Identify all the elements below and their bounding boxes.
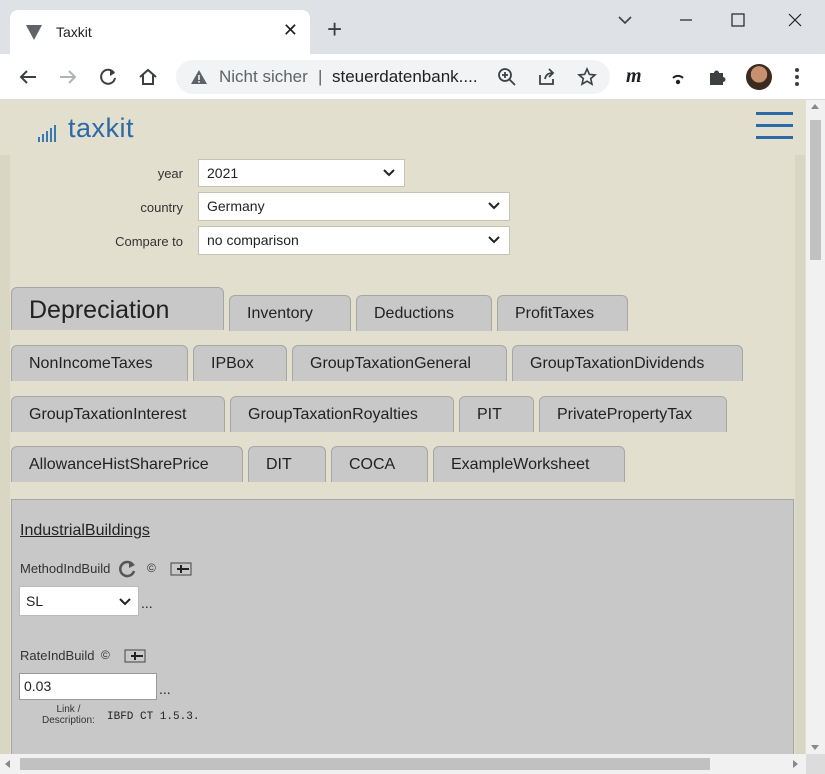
depreciation-panel: IndustrialBuildings MethodIndBuild © SL … <box>11 499 794 774</box>
compare-label: Compare to <box>115 234 183 249</box>
country-label: country <box>140 200 183 215</box>
tab-coca[interactable]: COCA <box>331 446 428 482</box>
browser-tab[interactable]: Taxkit ✕ <box>10 10 310 54</box>
tab-dit[interactable]: DIT <box>248 446 326 482</box>
maximize-button[interactable] <box>724 6 754 36</box>
compare-row: Compare to <box>20 228 183 256</box>
m-extension-icon[interactable]: m <box>626 65 642 88</box>
vertical-scrollbar[interactable] <box>806 100 825 754</box>
tab-title: Taxkit <box>56 24 92 40</box>
favicon-icon <box>26 25 42 40</box>
window-close-button[interactable] <box>780 6 810 36</box>
reload-icon[interactable] <box>95 64 121 90</box>
taxkit-page: taxkit year 2021 country Germany Compare… <box>0 100 825 774</box>
share-icon[interactable] <box>534 64 560 90</box>
tab-pit[interactable]: PIT <box>459 396 534 432</box>
vertical-scroll-thumb[interactable] <box>810 120 821 260</box>
scroll-down-icon[interactable] <box>811 745 819 750</box>
new-tab-button[interactable]: + <box>327 16 342 42</box>
tab-privatepropertytax[interactable]: PrivatePropertyTax <box>539 396 727 432</box>
zoom-icon[interactable] <box>494 64 520 90</box>
country-value: Germany <box>207 198 265 214</box>
method-label: MethodIndBuild <box>20 561 111 576</box>
link-label-line2: Description: <box>42 715 95 726</box>
home-icon[interactable] <box>135 64 161 90</box>
url-text[interactable]: steuerdatenbank.... <box>332 67 478 87</box>
method-more[interactable]: ... <box>141 595 153 611</box>
tab-nonincometaxes[interactable]: NonIncomeTaxes <box>11 345 188 381</box>
year-select[interactable]: 2021 <box>198 159 405 187</box>
horizontal-scroll-thumb[interactable] <box>20 758 710 770</box>
address-bar[interactable]: Nicht sicher | steuerdatenbank.... <box>176 60 610 94</box>
method-value: SL <box>26 593 44 609</box>
add-icon[interactable] <box>124 649 146 663</box>
country-row: country <box>20 194 183 222</box>
scroll-up-icon[interactable] <box>811 104 819 109</box>
tab-exampleworksheet[interactable]: ExampleWorksheet <box>433 446 625 482</box>
chevron-down-icon <box>119 598 131 606</box>
address-separator: | <box>318 67 323 86</box>
rate-input[interactable]: 0.03 <box>19 673 157 700</box>
tab-grouptaxationroyalties[interactable]: GroupTaxationRoyalties <box>230 396 454 432</box>
profile-avatar[interactable] <box>746 64 772 90</box>
copyright-icon[interactable]: © <box>147 561 156 575</box>
warning-icon[interactable] <box>190 68 208 91</box>
compare-select[interactable]: no comparison <box>198 226 510 255</box>
link-description-label: Link / Description: <box>42 704 95 726</box>
hamburger-menu-icon[interactable] <box>756 112 794 140</box>
forward-icon[interactable] <box>55 64 81 90</box>
close-tab-icon[interactable]: ✕ <box>283 20 298 40</box>
tab-ipbox[interactable]: IPBox <box>193 345 287 381</box>
scroll-right-icon[interactable] <box>793 760 798 768</box>
rate-label: RateIndBuild <box>20 648 95 663</box>
year-row: year <box>20 160 183 188</box>
section-title[interactable]: IndustrialBuildings <box>20 522 150 540</box>
refresh-icon[interactable] <box>118 559 138 579</box>
compare-value: no comparison <box>207 232 299 248</box>
horizontal-scrollbar[interactable] <box>0 754 806 774</box>
chevron-down-icon <box>488 202 500 210</box>
scrollbar-corner <box>806 754 825 774</box>
chevron-down-icon <box>383 169 395 177</box>
security-status[interactable]: Nicht sicher <box>219 67 308 87</box>
taxkit-logo[interactable]: taxkit <box>38 114 134 142</box>
tab-inventory[interactable]: Inventory <box>229 295 351 331</box>
menu-kebab-icon[interactable] <box>784 64 810 90</box>
minimize-button[interactable] <box>672 6 702 36</box>
tab-grouptaxationgeneral[interactable]: GroupTaxationGeneral <box>292 345 507 381</box>
browser-toolbar: Nicht sicher | steuerdatenbank.... m <box>0 54 825 100</box>
extensions-puzzle-icon[interactable] <box>704 64 730 90</box>
right-border <box>795 155 805 774</box>
year-value: 2021 <box>207 165 239 181</box>
tab-profittaxes[interactable]: ProfitTaxes <box>497 295 628 331</box>
copyright-icon[interactable]: © <box>101 648 110 662</box>
wifi-extension-icon[interactable] <box>665 64 691 90</box>
year-label: year <box>157 166 183 181</box>
back-icon[interactable] <box>15 64 41 90</box>
chevron-down-icon <box>488 236 500 244</box>
link-description-value: IBFD CT 1.5.3. <box>107 711 200 723</box>
tab-grouptaxationinterest[interactable]: GroupTaxationInterest <box>11 396 225 432</box>
tab-depreciation[interactable]: Depreciation <box>11 287 224 330</box>
tab-search-icon[interactable] <box>610 6 640 36</box>
tab-grouptaxationdividends[interactable]: GroupTaxationDividends <box>512 345 743 381</box>
chart-logo-icon <box>38 124 58 142</box>
browser-tab-strip: Taxkit ✕ + <box>0 0 825 54</box>
logo-text: taxkit <box>68 113 135 143</box>
bookmark-star-icon[interactable] <box>574 64 600 90</box>
link-label-line1: Link / <box>56 704 81 715</box>
country-select[interactable]: Germany <box>198 192 510 221</box>
left-border <box>0 155 10 774</box>
rate-more[interactable]: ... <box>159 681 171 697</box>
add-icon[interactable] <box>170 562 192 576</box>
scroll-left-icon[interactable] <box>5 760 10 768</box>
tab-allowancehistshareprice[interactable]: AllowanceHistSharePrice <box>11 446 243 482</box>
tab-deductions[interactable]: Deductions <box>356 295 492 331</box>
method-select[interactable]: SL <box>19 586 139 616</box>
